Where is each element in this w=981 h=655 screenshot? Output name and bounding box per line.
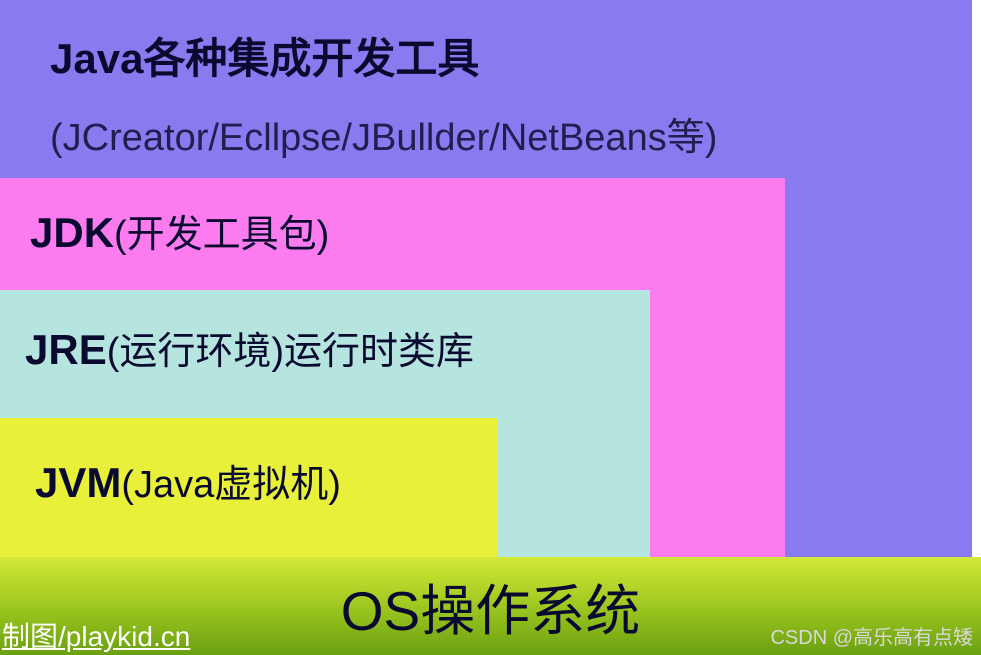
jre-rest: (运行环境)运行时类库 [107,331,474,373]
credit-text: 制图/playkid.cn [2,615,190,655]
jre-label: JRE(运行环境)运行时类库 [25,320,650,375]
jvm-rest: (Java虚拟机) [121,464,341,506]
watermark-text: CSDN @高乐高有点矮 [770,621,973,650]
jvm-label: JVM(Java虚拟机) [35,453,498,508]
jre-bold: JRE [25,326,107,373]
jdk-label: JDK(开发工具包) [30,203,785,258]
diagram-container: Java各种集成开发工具 (JCreator/Ecllpse/JBullder/… [0,0,981,655]
ide-title: Java各种集成开发工具 [50,25,972,86]
os-label: OS操作系统 [341,566,640,646]
jdk-rest: (开发工具包) [114,214,329,256]
ide-subtitle: (JCreator/Ecllpse/JBullder/NetBeans等) [50,106,972,161]
jvm-bold: JVM [35,459,121,506]
jdk-bold: JDK [30,209,114,256]
jvm-layer: JVM(Java虚拟机) [0,418,498,558]
